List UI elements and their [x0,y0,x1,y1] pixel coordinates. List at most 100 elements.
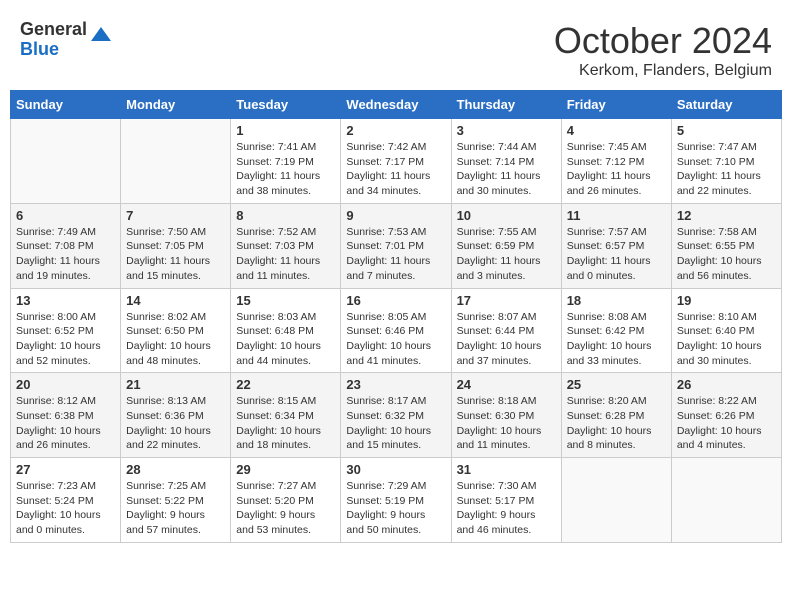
calendar-cell: 14 Sunrise: 8:02 AM Sunset: 6:50 PM Dayli… [121,288,231,373]
day-info: Sunrise: 7:45 AM Sunset: 7:12 PM Dayligh… [567,140,666,199]
day-info: Sunrise: 7:30 AM Sunset: 5:17 PM Dayligh… [457,479,556,538]
day-number: 17 [457,293,556,308]
day-number: 9 [346,208,445,223]
day-number: 27 [16,462,115,477]
calendar-table: SundayMondayTuesdayWednesdayThursdayFrid… [10,90,782,543]
calendar-header-thursday: Thursday [451,91,561,119]
calendar-header-tuesday: Tuesday [231,91,341,119]
day-info: Sunrise: 7:44 AM Sunset: 7:14 PM Dayligh… [457,140,556,199]
month-title: October 2024 [554,20,772,62]
title-section: October 2024 Kerkom, Flanders, Belgium [554,20,772,80]
day-info: Sunrise: 8:03 AM Sunset: 6:48 PM Dayligh… [236,310,335,369]
day-info: Sunrise: 7:53 AM Sunset: 7:01 PM Dayligh… [346,225,445,284]
calendar-cell: 18Sunrise: 8:08 AM Sunset: 6:42 PM Dayli… [561,288,671,373]
calendar-cell [561,458,671,543]
day-info: Sunrise: 7:42 AM Sunset: 7:17 PM Dayligh… [346,140,445,199]
calendar-cell: 4 Sunrise: 7:45 AM Sunset: 7:12 PM Daylig… [561,119,671,204]
day-number: 19 [677,293,776,308]
calendar-week-row: 6 Sunrise: 7:49 AM Sunset: 7:08 PM Daylig… [11,203,782,288]
day-number: 22 [236,377,335,392]
day-info: Sunrise: 8:15 AM Sunset: 6:34 PM Dayligh… [236,394,335,453]
day-info: Sunrise: 7:23 AM Sunset: 5:24 PM Dayligh… [16,479,115,538]
day-number: 23 [346,377,445,392]
calendar-cell: 24Sunrise: 8:18 AM Sunset: 6:30 PM Dayli… [451,373,561,458]
calendar-cell [11,119,121,204]
calendar-header-wednesday: Wednesday [341,91,451,119]
calendar-cell: 15Sunrise: 8:03 AM Sunset: 6:48 PM Dayli… [231,288,341,373]
day-number: 1 [236,123,335,138]
day-number: 12 [677,208,776,223]
calendar-cell: 11 Sunrise: 7:57 AM Sunset: 6:57 PM Dayli… [561,203,671,288]
day-info: Sunrise: 8:10 AM Sunset: 6:40 PM Dayligh… [677,310,776,369]
calendar-header-row: SundayMondayTuesdayWednesdayThursdayFrid… [11,91,782,119]
calendar-cell: 27 Sunrise: 7:23 AM Sunset: 5:24 PM Dayli… [11,458,121,543]
logo-general-text: General [20,20,87,40]
page-header: General Blue October 2024 Kerkom, Flande… [10,10,782,85]
location-title: Kerkom, Flanders, Belgium [554,62,772,80]
day-info: Sunrise: 7:27 AM Sunset: 5:20 PM Dayligh… [236,479,335,538]
day-number: 8 [236,208,335,223]
day-info: Sunrise: 8:20 AM Sunset: 6:28 PM Dayligh… [567,394,666,453]
calendar-cell: 25 Sunrise: 8:20 AM Sunset: 6:28 PM Dayli… [561,373,671,458]
calendar-cell: 23 Sunrise: 8:17 AM Sunset: 6:32 PM Dayli… [341,373,451,458]
calendar-week-row: 27 Sunrise: 7:23 AM Sunset: 5:24 PM Dayli… [11,458,782,543]
calendar-cell: 1Sunrise: 7:41 AM Sunset: 7:19 PM Daylig… [231,119,341,204]
calendar-week-row: 20Sunrise: 8:12 AM Sunset: 6:38 PM Dayli… [11,373,782,458]
day-number: 28 [126,462,225,477]
day-info: Sunrise: 7:55 AM Sunset: 6:59 PM Dayligh… [457,225,556,284]
day-number: 29 [236,462,335,477]
day-number: 11 [567,208,666,223]
calendar-cell [671,458,781,543]
day-info: Sunrise: 7:52 AM Sunset: 7:03 PM Dayligh… [236,225,335,284]
day-info: Sunrise: 7:58 AM Sunset: 6:55 PM Dayligh… [677,225,776,284]
calendar-cell: 29 Sunrise: 7:27 AM Sunset: 5:20 PM Dayli… [231,458,341,543]
day-number: 16 [346,293,445,308]
calendar-cell: 7Sunrise: 7:50 AM Sunset: 7:05 PM Daylig… [121,203,231,288]
day-info: Sunrise: 7:57 AM Sunset: 6:57 PM Dayligh… [567,225,666,284]
day-info: Sunrise: 7:29 AM Sunset: 5:19 PM Dayligh… [346,479,445,538]
calendar-header-saturday: Saturday [671,91,781,119]
day-info: Sunrise: 8:07 AM Sunset: 6:44 PM Dayligh… [457,310,556,369]
day-number: 26 [677,377,776,392]
day-info: Sunrise: 8:18 AM Sunset: 6:30 PM Dayligh… [457,394,556,453]
day-info: Sunrise: 8:02 AM Sunset: 6:50 PM Dayligh… [126,310,225,369]
logo: General Blue [20,20,113,60]
calendar-week-row: 13 Sunrise: 8:00 AM Sunset: 6:52 PM Dayli… [11,288,782,373]
day-info: Sunrise: 8:05 AM Sunset: 6:46 PM Dayligh… [346,310,445,369]
calendar-cell: 26 Sunrise: 8:22 AM Sunset: 6:26 PM Dayli… [671,373,781,458]
day-info: Sunrise: 7:49 AM Sunset: 7:08 PM Dayligh… [16,225,115,284]
calendar-cell [121,119,231,204]
day-number: 7 [126,208,225,223]
logo-icon [89,23,113,47]
day-info: Sunrise: 8:17 AM Sunset: 6:32 PM Dayligh… [346,394,445,453]
day-number: 2 [346,123,445,138]
calendar-cell: 13 Sunrise: 8:00 AM Sunset: 6:52 PM Dayli… [11,288,121,373]
day-number: 30 [346,462,445,477]
day-number: 25 [567,377,666,392]
calendar-cell: 30 Sunrise: 7:29 AM Sunset: 5:19 PM Dayli… [341,458,451,543]
calendar-cell: 22 Sunrise: 8:15 AM Sunset: 6:34 PM Dayli… [231,373,341,458]
calendar-cell: 20Sunrise: 8:12 AM Sunset: 6:38 PM Dayli… [11,373,121,458]
calendar-cell: 5 Sunrise: 7:47 AM Sunset: 7:10 PM Daylig… [671,119,781,204]
day-number: 5 [677,123,776,138]
calendar-header-monday: Monday [121,91,231,119]
calendar-cell: 8 Sunrise: 7:52 AM Sunset: 7:03 PM Daylig… [231,203,341,288]
day-info: Sunrise: 8:22 AM Sunset: 6:26 PM Dayligh… [677,394,776,453]
calendar-cell: 17 Sunrise: 8:07 AM Sunset: 6:44 PM Dayli… [451,288,561,373]
calendar-cell: 19 Sunrise: 8:10 AM Sunset: 6:40 PM Dayli… [671,288,781,373]
day-info: Sunrise: 7:47 AM Sunset: 7:10 PM Dayligh… [677,140,776,199]
calendar-header-friday: Friday [561,91,671,119]
calendar-cell: 31Sunrise: 7:30 AM Sunset: 5:17 PM Dayli… [451,458,561,543]
day-number: 3 [457,123,556,138]
day-number: 14 [126,293,225,308]
calendar-cell: 12 Sunrise: 7:58 AM Sunset: 6:55 PM Dayli… [671,203,781,288]
calendar-cell: 3 Sunrise: 7:44 AM Sunset: 7:14 PM Daylig… [451,119,561,204]
calendar-cell: 10Sunrise: 7:55 AM Sunset: 6:59 PM Dayli… [451,203,561,288]
day-number: 4 [567,123,666,138]
day-info: Sunrise: 8:00 AM Sunset: 6:52 PM Dayligh… [16,310,115,369]
calendar-cell: 2 Sunrise: 7:42 AM Sunset: 7:17 PM Daylig… [341,119,451,204]
calendar-header-sunday: Sunday [11,91,121,119]
calendar-cell: 6 Sunrise: 7:49 AM Sunset: 7:08 PM Daylig… [11,203,121,288]
day-number: 6 [16,208,115,223]
day-number: 13 [16,293,115,308]
